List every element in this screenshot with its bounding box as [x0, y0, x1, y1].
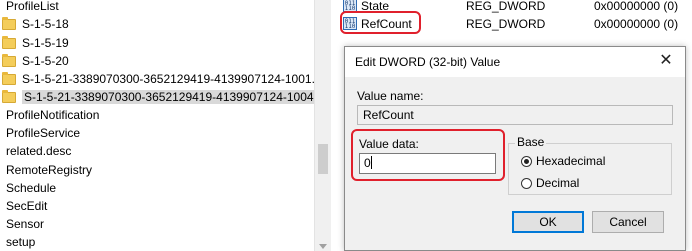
close-icon[interactable]: ✕	[657, 52, 675, 70]
cancel-button[interactable]: Cancel	[592, 211, 664, 233]
tree-item-sid-1004[interactable]: S-1-5-21-3389070300-3652129419-413990712…	[2, 88, 314, 106]
value-type: REG_DWORD	[466, 0, 546, 13]
value-name-label: Value name:	[357, 89, 424, 103]
tree-item-label: setup	[6, 235, 36, 249]
tree-item-label: ProfileService	[6, 126, 81, 140]
tree-scrollbar[interactable]	[314, 0, 331, 251]
tree-item-label: RemoteRegistry	[6, 163, 93, 177]
tree-item-s-1-5-18[interactable]: S-1-5-18	[2, 15, 69, 33]
tree-item-label: S-1-5-18	[22, 17, 69, 31]
dialog-title: Edit DWORD (32-bit) Value	[355, 55, 501, 69]
tree-item-s-1-5-20[interactable]: S-1-5-20	[2, 52, 69, 70]
tree-item-label: S-1-5-19	[22, 36, 69, 50]
tree-item-label: ProfileNotification	[6, 108, 100, 122]
tree-item-schedule[interactable]: Schedule	[6, 179, 56, 197]
tree-item-profileservice[interactable]: ProfileService	[6, 124, 80, 142]
value-name-field: RefCount	[357, 105, 673, 125]
scroll-down-arrow-icon[interactable]	[319, 244, 327, 249]
edit-dword-dialog: Edit DWORD (32-bit) Value ✕ Value name: …	[344, 46, 686, 251]
tree-item-label: S-1-5-20	[22, 54, 69, 68]
value-data: 0x00000000 (0)	[594, 17, 679, 31]
tree-item-s-1-5-19[interactable]: S-1-5-19	[2, 34, 69, 52]
hexadecimal-radio[interactable]: Hexadecimal	[521, 153, 605, 169]
tree-item-sid-1001-bak[interactable]: S-1-5-21-3389070300-3652129419-413990712…	[2, 70, 314, 88]
tree-item-label: ProfileList	[6, 0, 59, 13]
tree-item-label: Schedule	[6, 181, 57, 195]
radio-unselected-icon	[521, 178, 532, 189]
tree-item-label: related.desc	[6, 144, 72, 158]
tree-item-label: S-1-5-21-3389070300-3652129419-413990712…	[22, 90, 314, 104]
tree-item-label: Sensor	[6, 217, 45, 231]
dialog-title-bar[interactable]: Edit DWORD (32-bit) Value ✕	[345, 47, 685, 77]
hexadecimal-label: Hexadecimal	[536, 154, 606, 168]
folder-icon	[2, 36, 18, 49]
tree-item-label: S-1-5-21-3389070300-3652129419-413990712…	[22, 72, 314, 86]
value-data-highlight-ring	[351, 129, 505, 181]
radio-selected-icon	[521, 156, 532, 167]
folder-icon	[2, 17, 18, 30]
refcount-highlight-ring	[340, 11, 421, 34]
tree-item-setup[interactable]: setup	[6, 233, 35, 251]
tree-item-secedit[interactable]: SecEdit	[6, 197, 47, 215]
value-type: REG_DWORD	[466, 17, 546, 31]
tree-item-profilenotification[interactable]: ProfileNotification	[6, 106, 99, 124]
tree-item-sensor[interactable]: Sensor	[6, 215, 44, 233]
registry-tree: ProfileList S-1-5-18 S-1-5-19 S-1-5-20 S…	[0, 0, 314, 251]
tree-item-related-desc[interactable]: related.desc	[6, 142, 71, 160]
tree-item-remoteregistry[interactable]: RemoteRegistry	[6, 161, 92, 179]
base-label: Base	[515, 135, 547, 149]
tree-item-profilelist[interactable]: ProfileList	[6, 0, 59, 15]
scrollbar-thumb[interactable]	[318, 144, 328, 174]
decimal-label: Decimal	[536, 176, 580, 190]
ok-button[interactable]: OK	[512, 211, 584, 233]
folder-icon	[2, 54, 18, 67]
value-data: 0x00000000 (0)	[594, 0, 679, 13]
decimal-radio[interactable]: Decimal	[521, 175, 579, 191]
folder-icon	[2, 90, 18, 103]
folder-icon	[2, 72, 18, 85]
tree-item-label: SecEdit	[6, 199, 48, 213]
